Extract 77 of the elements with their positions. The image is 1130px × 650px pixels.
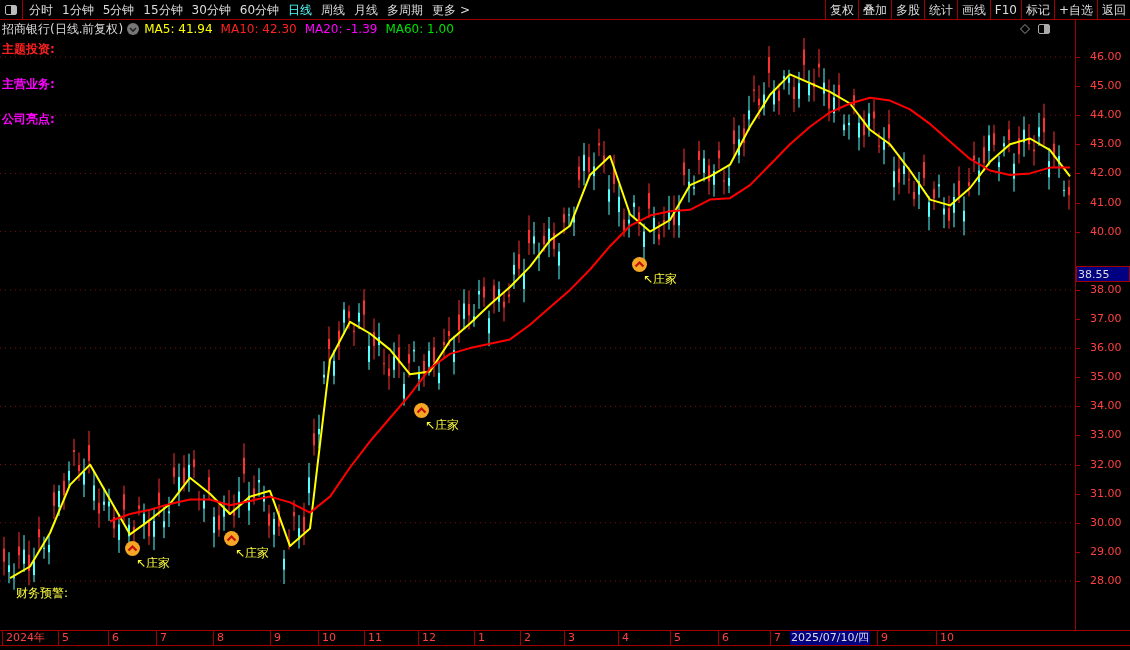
price-label: 42.00 <box>1090 166 1122 181</box>
toolbar-button[interactable]: 画线 <box>956 0 990 20</box>
price-label: 40.00 <box>1090 224 1122 239</box>
date-label: 5 <box>58 631 69 645</box>
period-tab[interactable]: 周线 <box>321 0 346 19</box>
period-tab[interactable]: 1分钟 <box>62 0 94 19</box>
indicator-label: 主题投资: <box>2 41 55 58</box>
date-label: 6 <box>718 631 729 645</box>
date-label: 7 <box>770 631 781 645</box>
date-label: 10 <box>936 631 954 645</box>
price-label: 31.00 <box>1090 486 1122 501</box>
date-label: 7 <box>156 631 167 645</box>
toolbar-button[interactable]: 多股 <box>890 0 924 20</box>
indicator-value: MA10: 42.30 <box>220 21 297 38</box>
current-price-tag: 38.55 <box>1076 265 1130 282</box>
marker-label: ↖庄家 <box>136 554 171 572</box>
toolbar-button[interactable]: 标记 <box>1020 0 1054 20</box>
up-chevron-icon <box>224 530 239 546</box>
date-label: 2 <box>520 631 531 645</box>
toolbar-button[interactable]: 返回 <box>1097 0 1130 20</box>
period-tab[interactable]: 日线 <box>288 0 313 19</box>
up-chevron-icon <box>414 402 429 418</box>
period-tab[interactable]: 60分钟 <box>239 0 280 19</box>
period-tab[interactable]: 分时 <box>29 0 53 19</box>
indicator-label: 主营业务: <box>2 76 55 93</box>
period-tab[interactable]: 多周期 <box>387 0 424 19</box>
date-label: 9 <box>877 631 888 645</box>
toolbar-button[interactable]: 复权 <box>824 0 858 20</box>
period-tab[interactable]: 30分钟 <box>191 0 231 19</box>
date-label: 12 <box>418 631 436 645</box>
indicator-value: MA5: 41.94 <box>144 21 213 38</box>
price-label: 46.00 <box>1090 49 1122 64</box>
price-label: 36.00 <box>1090 341 1122 356</box>
date-label: 9 <box>270 631 281 645</box>
panel-toggle-icon[interactable] <box>1038 24 1050 34</box>
date-label: 4 <box>618 631 629 645</box>
price-label: 28.00 <box>1090 574 1122 588</box>
price-label: 29.00 <box>1090 544 1122 559</box>
up-chevron-icon <box>125 540 140 556</box>
indicator-value: MA60: 1.00 <box>385 21 454 38</box>
price-label: 45.00 <box>1090 79 1122 94</box>
date-label: 3 <box>564 631 575 645</box>
date-label: 11 <box>364 631 382 645</box>
price-label: 30.00 <box>1090 515 1122 530</box>
price-label: 38.00 <box>1090 282 1122 297</box>
toolbar-button[interactable]: 统计 <box>923 0 957 20</box>
date-label: 5 <box>670 631 681 645</box>
warning-label: 财务预警: <box>16 585 69 602</box>
price-label: 33.00 <box>1090 428 1122 443</box>
toolbar-button[interactable]: 叠加 <box>857 0 891 20</box>
date-label: 2025/07/10/四 <box>790 631 871 645</box>
marker-label: ↖庄家 <box>643 271 678 289</box>
marker-label: ↖庄家 <box>425 416 460 434</box>
date-label: 10 <box>318 631 336 645</box>
period-tab[interactable]: 月线 <box>354 0 379 19</box>
price-label: 35.00 <box>1090 370 1122 385</box>
period-tab[interactable]: 5分钟 <box>102 0 135 19</box>
price-label: 44.00 <box>1090 108 1122 123</box>
period-tab[interactable]: 15分钟 <box>143 0 183 19</box>
price-label: 34.00 <box>1090 399 1122 414</box>
date-label: 8 <box>213 631 224 645</box>
indicator-value: MA20: -1.39 <box>304 21 378 38</box>
price-label: 41.00 <box>1090 195 1122 210</box>
date-label: 1 <box>474 631 485 645</box>
marker-label: ↖庄家 <box>235 544 270 562</box>
price-label: 37.00 <box>1090 312 1122 326</box>
price-label: 32.00 <box>1090 457 1122 472</box>
price-label: 43.00 <box>1090 137 1122 152</box>
toolbar-button[interactable]: F10 <box>989 0 1021 20</box>
date-label: 6 <box>108 631 119 645</box>
toolbar-button[interactable]: +自选 <box>1053 0 1097 20</box>
indicator-label: 公司亮点: <box>2 111 55 128</box>
up-chevron-icon <box>632 257 647 273</box>
date-label: 2024年 <box>2 631 45 645</box>
dropdown-chevron-icon[interactable] <box>127 23 140 35</box>
period-tab[interactable]: 更多 > <box>432 0 470 19</box>
chart-title: 招商银行(日线.前复权) <box>1 21 124 38</box>
